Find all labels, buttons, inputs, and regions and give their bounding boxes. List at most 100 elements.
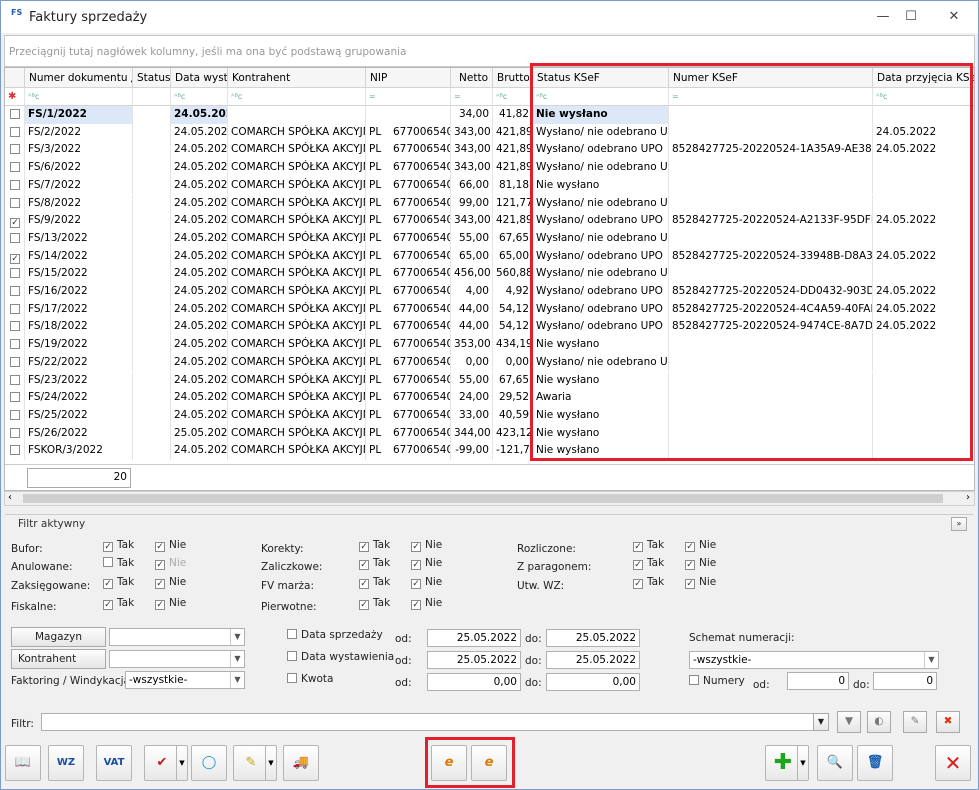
filter-nie-checkbox[interactable]: ✓ Nie [155, 597, 186, 610]
filter-nie-checkbox[interactable]: ✓ Nie [685, 576, 716, 589]
filter-tak-checkbox[interactable]: ✓ Tak [633, 539, 664, 552]
filter-nie-checkbox[interactable]: ✓ Nie [685, 539, 716, 552]
ksef-send-button[interactable]: e [431, 745, 467, 781]
row-checkbox[interactable] [5, 194, 25, 213]
vat-button[interactable]: VAT [96, 745, 132, 781]
column-header[interactable]: Status [133, 68, 171, 88]
data_wystawienia-to[interactable]: 25.05.2022 [546, 651, 640, 669]
row-checkbox[interactable] [5, 406, 25, 425]
filter-nie-checkbox[interactable]: ✓ Nie [685, 557, 716, 570]
numery-to[interactable]: 0 [873, 672, 937, 690]
row-checkbox[interactable] [5, 371, 25, 390]
filter-nie-checkbox[interactable]: ✓ Nie [155, 557, 186, 570]
row-checkbox[interactable] [5, 300, 25, 319]
column-header[interactable]: Brutto [493, 68, 533, 88]
add-button[interactable]: ✚ [765, 745, 801, 781]
filter-clear-button[interactable]: ✖ [936, 711, 960, 733]
book-button[interactable]: 📖 [5, 745, 41, 781]
filter-nie-checkbox[interactable]: ✓ Nie [155, 539, 186, 552]
row-checkbox[interactable]: ✓ [5, 247, 25, 266]
magazyn-select[interactable]: ▼ [109, 628, 245, 646]
kontrahent-button[interactable]: Kontrahent [11, 649, 106, 669]
filter-tak-checkbox[interactable]: ✓ Tak [633, 576, 664, 589]
chevron-down-icon[interactable]: ▼ [230, 629, 244, 645]
row-checkbox[interactable] [5, 106, 25, 124]
approve-button[interactable]: ✔ [144, 745, 180, 781]
filter-nie-checkbox[interactable]: ✓ Nie [411, 539, 442, 552]
faktoring-select[interactable]: -wszystkie- ▼ [125, 671, 245, 689]
row-checkbox[interactable] [5, 318, 25, 337]
numery-from[interactable]: 0 [787, 672, 849, 690]
row-checkbox[interactable] [5, 159, 25, 177]
row-checkbox[interactable] [5, 141, 25, 160]
row-checkbox[interactable] [5, 229, 25, 248]
filter-nie-checkbox[interactable]: ✓ Nie [411, 557, 442, 570]
column-header[interactable]: Data wyst. [171, 68, 228, 88]
column-filter-cell[interactable]: = [451, 88, 493, 106]
numery-checkbox[interactable]: Numery [689, 675, 745, 687]
filter-tak-checkbox[interactable]: ✓ Tak [359, 557, 390, 570]
schemat-select[interactable]: -wszystkie- ▼ [689, 651, 939, 669]
add-dropdown[interactable]: ▼ [797, 745, 809, 781]
column-filter-cell[interactable]: ᴬᴮc [25, 88, 133, 106]
row-checkbox[interactable] [5, 442, 25, 460]
row-checkbox[interactable] [5, 389, 25, 407]
collapse-filter-button[interactable]: » [951, 517, 967, 531]
filter-data_sprzedazy-checkbox[interactable]: Data sprzedaży [287, 629, 383, 641]
delete-button[interactable]: 🗑 [857, 745, 893, 781]
filter-nie-checkbox[interactable]: ✓ Nie [411, 597, 442, 610]
magazyn-button[interactable]: Magazyn [11, 627, 106, 647]
kontrahent-select[interactable]: ▼ [109, 650, 245, 668]
column-header[interactable]: NIP [366, 68, 451, 88]
scroll-left-icon[interactable]: ‹ [8, 492, 12, 503]
column-header[interactable]: Kontrahent [228, 68, 366, 88]
chevron-down-icon[interactable]: ▼ [230, 651, 244, 667]
column-filter-cell[interactable]: ᴬᴮc [493, 88, 533, 106]
data_sprzedazy-to[interactable]: 25.05.2022 [546, 629, 640, 647]
filtr-dropdown[interactable]: ▼ [813, 713, 829, 731]
delivery-button[interactable]: 🚚 [283, 745, 319, 781]
filter-tak-checkbox[interactable]: ✓ Tak [103, 576, 134, 589]
column-filter-cell[interactable]: ᴬᴮc [171, 88, 228, 106]
data_wystawienia-from[interactable]: 25.05.2022 [427, 651, 521, 669]
close-window-button[interactable]: ✕ [944, 9, 964, 24]
tools-dropdown[interactable]: ▼ [265, 745, 277, 781]
filter-tak-checkbox[interactable]: ✓ Tak [103, 597, 134, 610]
data_sprzedazy-from[interactable]: 25.05.2022 [427, 629, 521, 647]
filter-tak-checkbox[interactable]: ✓ Tak [359, 576, 390, 589]
row-checkbox[interactable] [5, 123, 25, 142]
wz-button[interactable]: WZ [48, 745, 84, 781]
close-button[interactable]: ✕ [935, 745, 971, 781]
row-checkbox[interactable] [5, 283, 25, 301]
tools-button[interactable]: ✎ [233, 745, 269, 781]
ksef-download-button[interactable]: e [471, 745, 507, 781]
column-header[interactable]: Netto [451, 68, 493, 88]
filter-tak-checkbox[interactable]: ✓ Tak [633, 557, 664, 570]
filter-edit-button[interactable]: ✎ [903, 711, 927, 733]
chevron-down-icon[interactable]: ▼ [924, 652, 938, 668]
scroll-thumb[interactable] [23, 494, 943, 503]
filter-row-icon[interactable]: ✱ [5, 88, 25, 106]
column-header[interactable]: Numer dokumentu ▲ [25, 68, 133, 88]
row-checkbox[interactable] [5, 265, 25, 283]
edit-button[interactable]: 🔍 [817, 745, 853, 781]
column-filter-cell[interactable] [133, 88, 171, 106]
chevron-down-icon[interactable]: ▼ [230, 672, 244, 688]
row-checkbox[interactable] [5, 353, 25, 372]
filter-tak-checkbox[interactable]: ✓ Tak [359, 597, 390, 610]
filter-kwota-checkbox[interactable]: Kwota [287, 673, 333, 685]
filter-nie-checkbox[interactable]: ✓ Nie [411, 576, 442, 589]
refresh-button[interactable]: ◯ [191, 745, 227, 781]
column-filter-cell[interactable]: = [366, 88, 451, 106]
approve-dropdown[interactable]: ▼ [176, 745, 188, 781]
row-checkbox[interactable] [5, 424, 25, 443]
filter-active-button[interactable]: ◐ [867, 711, 891, 733]
filtr-input[interactable] [41, 713, 827, 731]
filter-tak-checkbox[interactable]: Tak [103, 557, 134, 569]
maximize-button[interactable]: ☐ [901, 9, 921, 24]
row-checkbox[interactable] [5, 176, 25, 195]
filter-tak-checkbox[interactable]: ✓ Tak [359, 539, 390, 552]
kwota-from[interactable]: 0,00 [427, 673, 521, 691]
column-filter-cell[interactable]: ᴬᴮc [228, 88, 366, 106]
minimize-button[interactable]: — [873, 9, 893, 24]
